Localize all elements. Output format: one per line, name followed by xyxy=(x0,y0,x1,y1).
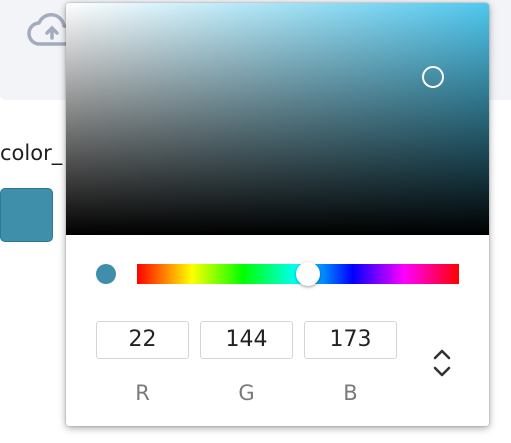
upload-dropzone-edge xyxy=(489,0,511,100)
hue-slider-thumb[interactable] xyxy=(295,262,320,286)
chevron-up-down-icon[interactable] xyxy=(429,346,455,380)
green-label: G xyxy=(238,381,255,405)
blue-label: B xyxy=(343,381,358,405)
color-swatch-trigger[interactable] xyxy=(0,188,53,242)
color-picker-popup: 22 144 173 R G B xyxy=(66,3,489,426)
circle-cursor-icon[interactable] xyxy=(422,66,444,88)
blue-input[interactable]: 173 xyxy=(304,321,397,359)
red-label: R xyxy=(135,381,150,405)
saturation-value-area[interactable] xyxy=(66,3,489,235)
color-preview xyxy=(96,264,116,284)
red-input[interactable]: 22 xyxy=(96,321,189,359)
green-input[interactable]: 144 xyxy=(200,321,293,359)
field-label: color_ xyxy=(0,141,63,165)
